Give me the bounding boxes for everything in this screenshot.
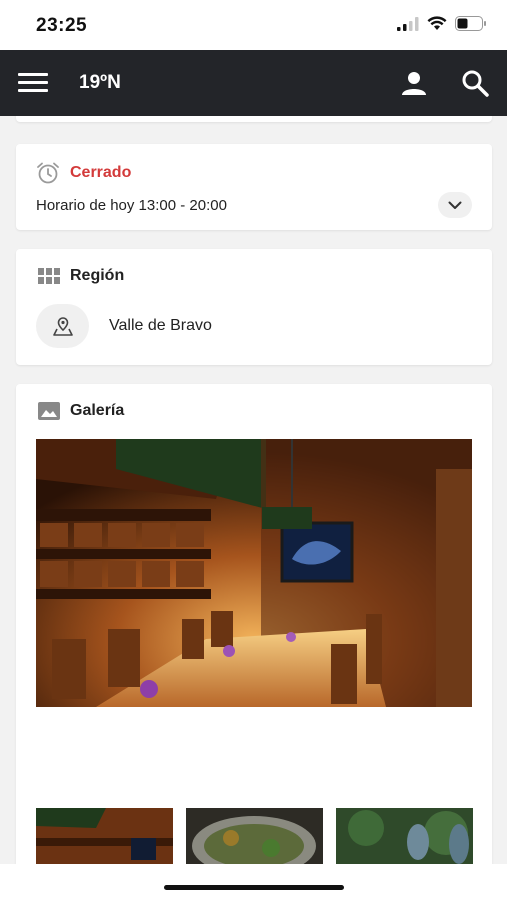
region-icon-wrap bbox=[36, 304, 89, 348]
wifi-icon bbox=[427, 16, 447, 30]
region-name: Valle de Bravo bbox=[109, 317, 212, 334]
home-indicator[interactable] bbox=[164, 885, 344, 890]
region-header: Región bbox=[38, 267, 124, 285]
gallery-main-photo[interactable] bbox=[36, 439, 472, 707]
hamburger-menu-icon[interactable] bbox=[18, 73, 48, 93]
gallery-header: Galería bbox=[38, 402, 124, 420]
thumbnail-photo bbox=[186, 808, 323, 864]
alarm-clock-icon bbox=[37, 162, 59, 184]
user-icon[interactable] bbox=[400, 69, 428, 97]
battery-icon bbox=[455, 16, 486, 31]
hours-status-label: Cerrado bbox=[70, 164, 132, 181]
home-indicator-area bbox=[0, 864, 507, 900]
content-scroll-area[interactable]: Cerrado Horario de hoy 13:00 - 20:00 Reg… bbox=[0, 116, 507, 864]
search-icon[interactable] bbox=[461, 69, 489, 97]
previous-card bbox=[16, 116, 492, 122]
region-card: Región Valle de Bravo bbox=[16, 249, 492, 365]
restaurant-photo bbox=[36, 439, 472, 707]
expand-hours-button[interactable] bbox=[438, 192, 472, 218]
gallery-card: Galería bbox=[16, 384, 492, 864]
region-item[interactable]: Valle de Bravo bbox=[36, 304, 212, 348]
thumbnail-photo bbox=[336, 808, 473, 864]
gallery-thumbnail[interactable] bbox=[186, 808, 323, 864]
todays-hours: Horario de hoy 13:00 - 20:00 bbox=[36, 197, 227, 214]
chevron-down-icon bbox=[448, 201, 462, 209]
status-time: 23:25 bbox=[36, 15, 88, 36]
grid-icon bbox=[38, 268, 60, 284]
status-icons bbox=[397, 16, 487, 31]
map-pin-icon bbox=[52, 317, 73, 336]
gallery-thumbnail[interactable] bbox=[36, 808, 173, 864]
app-title: 19ºN bbox=[79, 72, 121, 93]
signal-icon bbox=[397, 16, 419, 31]
gallery-title: Galería bbox=[70, 402, 125, 419]
thumbnail-photo bbox=[36, 808, 173, 864]
app-bar: 19ºN bbox=[0, 50, 507, 116]
region-title: Región bbox=[70, 267, 125, 284]
gallery-thumbnail[interactable] bbox=[336, 808, 473, 864]
image-icon bbox=[38, 402, 60, 420]
hours-card: Cerrado Horario de hoy 13:00 - 20:00 bbox=[16, 144, 492, 230]
hours-status: Cerrado bbox=[36, 162, 131, 184]
status-bar: 23:25 bbox=[0, 0, 507, 50]
